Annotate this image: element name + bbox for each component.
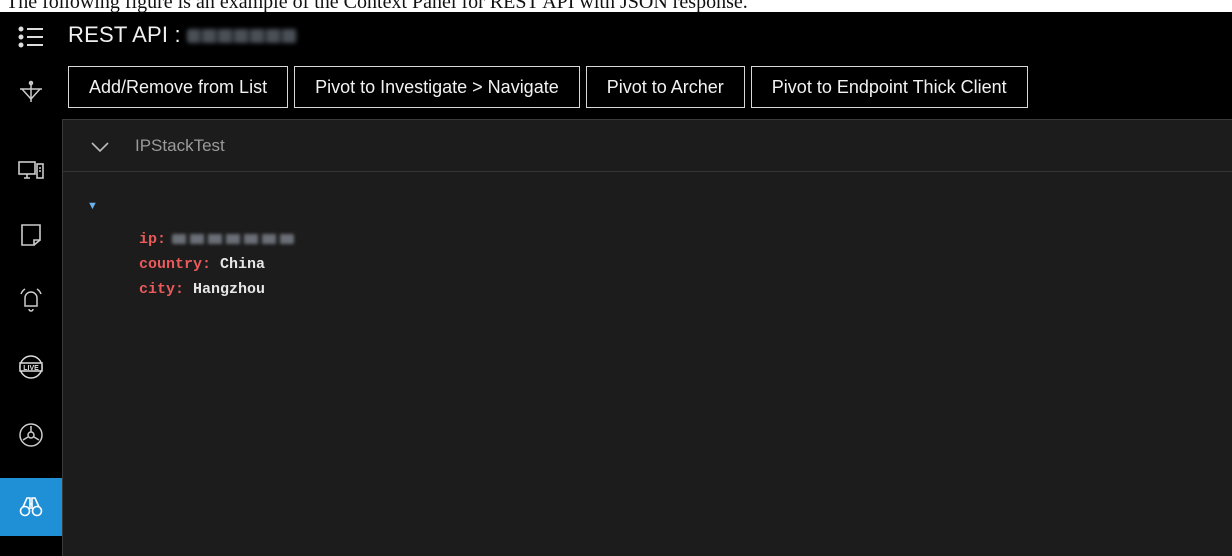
binoculars-icon xyxy=(19,495,43,519)
field-ip: ip: xyxy=(139,231,295,248)
field-value: China xyxy=(220,256,266,273)
panel-header[interactable]: IPStackTest xyxy=(63,120,1232,172)
page-title: REST API : xyxy=(68,22,297,48)
panel-title: IPStackTest xyxy=(135,136,225,155)
pivot-endpoint-button[interactable]: Pivot to Endpoint Thick Client xyxy=(750,66,1028,108)
redacted-ip xyxy=(186,29,297,44)
pivot-investigate-button[interactable]: Pivot to Investigate > Navigate xyxy=(294,66,580,108)
document-caption: The following figure is an example of th… xyxy=(0,0,1232,12)
field-key: city xyxy=(139,281,176,298)
nav-files[interactable] xyxy=(0,205,62,265)
files-icon xyxy=(18,222,44,248)
field-value: Hangzhou xyxy=(193,281,266,298)
nav-rail: LIVE xyxy=(0,12,62,556)
redacted-value xyxy=(172,234,295,245)
menu-button[interactable] xyxy=(0,12,62,62)
context-header: REST API : xyxy=(62,12,1232,60)
app-window: LIVE REST API : Add/Remove from List Piv… xyxy=(0,12,1232,556)
field-key: ip xyxy=(139,231,158,248)
caption-text: The following figure is an example of th… xyxy=(6,0,748,12)
hosts-icon xyxy=(17,158,45,182)
nav-malware[interactable] xyxy=(0,405,62,465)
live-icon: LIVE xyxy=(17,353,45,381)
nav-alerts[interactable] xyxy=(0,270,62,330)
alerts-icon xyxy=(17,286,45,314)
menu-icon xyxy=(18,25,44,49)
action-toolbar: Add/Remove from List Pivot to Investigat… xyxy=(68,66,1028,108)
nav-live[interactable]: LIVE xyxy=(0,337,62,397)
biohazard-icon xyxy=(17,421,45,449)
svg-text:LIVE: LIVE xyxy=(23,365,39,372)
field-country: country: China xyxy=(139,256,266,273)
nav-context-lookup[interactable] xyxy=(0,478,62,536)
field-key: country xyxy=(139,256,203,273)
nav-investigate[interactable] xyxy=(0,62,62,122)
nav-hosts[interactable] xyxy=(0,140,62,200)
field-city: city: Hangzhou xyxy=(139,281,266,298)
page-title-text: REST API : xyxy=(68,22,181,47)
pivot-archer-button[interactable]: Pivot to Archer xyxy=(585,66,745,108)
context-panel: IPStackTest ▼ ip: country: China city: H… xyxy=(62,119,1232,556)
tree-expand-icon[interactable]: ▼ xyxy=(87,200,98,212)
chevron-down-icon[interactable] xyxy=(91,140,109,158)
add-remove-list-button[interactable]: Add/Remove from List xyxy=(68,66,289,108)
investigate-icon xyxy=(18,79,44,105)
